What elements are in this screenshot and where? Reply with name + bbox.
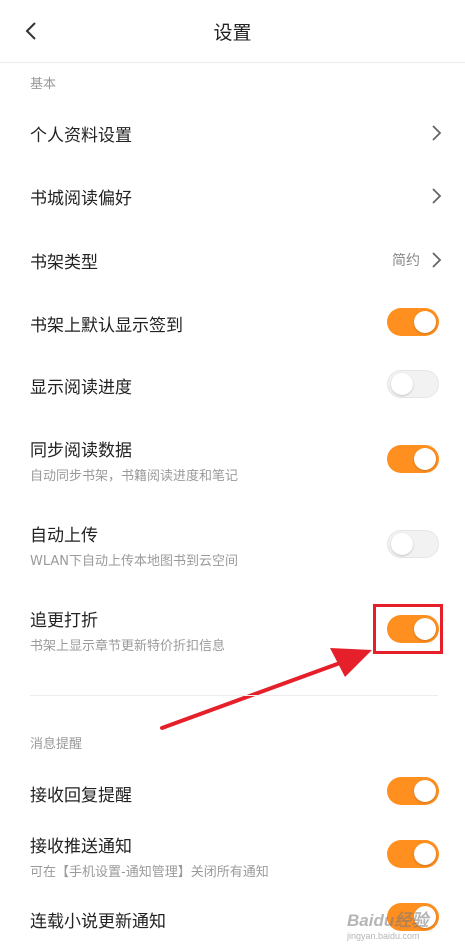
row-title: 接收回复提醒	[30, 786, 132, 806]
toggle-knob	[414, 843, 436, 865]
toggle-knob	[414, 780, 436, 802]
watermark-text: Baidu经验	[347, 911, 429, 930]
settings-row-push-notifications: 接收推送通知 可在【手机设置-通知管理】关闭所有通知	[0, 825, 465, 887]
row-subtitle: 可在【手机设置-通知管理】关闭所有通知	[30, 865, 269, 880]
section-divider	[30, 695, 438, 696]
baidu-watermark: Baidu经验 jingyan.baidu.com	[347, 906, 457, 941]
settings-row-reply-reminder: 接收回复提醒	[0, 765, 465, 820]
section-label-notifications: 消息提醒	[30, 737, 83, 752]
row-title: 连载小说更新通知	[30, 912, 166, 932]
watermark-sub: jingyan.baidu.com	[347, 931, 420, 941]
reply-reminder-toggle[interactable]	[387, 777, 439, 805]
push-notifications-toggle[interactable]	[387, 840, 439, 868]
row-title: 接收推送通知	[30, 837, 132, 857]
